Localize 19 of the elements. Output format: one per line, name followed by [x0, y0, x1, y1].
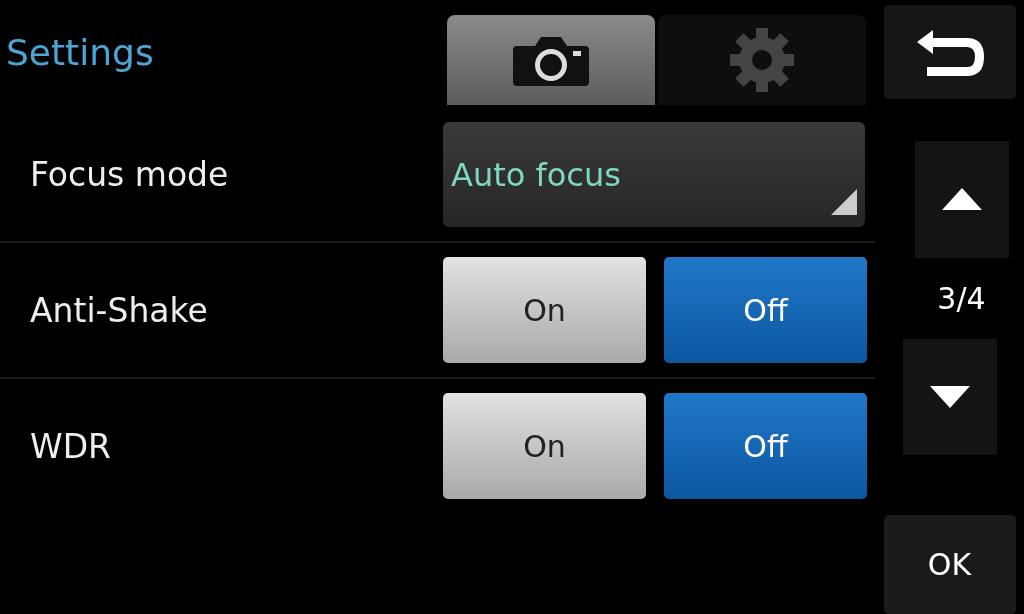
back-button[interactable] — [883, 5, 1016, 99]
option-button[interactable]: On — [443, 257, 646, 363]
setting-label: Anti-Shake — [29, 290, 209, 330]
dropdown[interactable]: Auto focus — [443, 122, 865, 227]
down-triangle-icon — [929, 385, 970, 408]
corner-triangle-icon — [831, 189, 857, 215]
scroll-up-button[interactable] — [914, 140, 1009, 258]
tab[interactable] — [447, 15, 655, 105]
ok-button[interactable]: OK — [883, 515, 1016, 614]
option-button[interactable]: Off — [664, 393, 867, 499]
scroll-down-button[interactable] — [902, 338, 997, 456]
page-indicator: 3/4 — [937, 279, 986, 318]
up-triangle-icon — [941, 188, 982, 211]
option-button[interactable]: On — [443, 393, 646, 499]
setting-label: WDR — [29, 426, 112, 466]
option-button[interactable]: Off — [664, 257, 867, 363]
settings-icon — [729, 27, 795, 93]
screen-title: Settings — [5, 31, 155, 73]
setting-label: Focus mode — [29, 155, 230, 194]
